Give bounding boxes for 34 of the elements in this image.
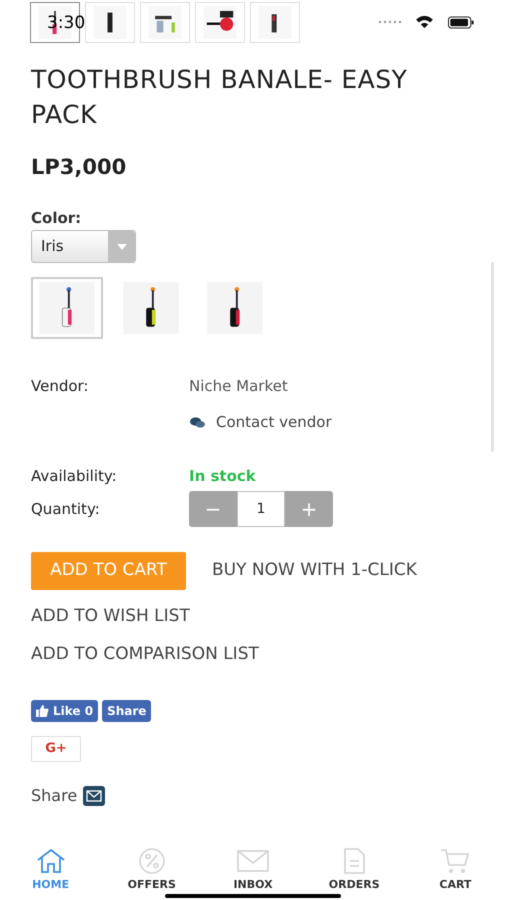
percent-badge-icon [136, 847, 167, 875]
google-plus-button[interactable]: G+ [31, 736, 81, 762]
availability-label: Availability: [31, 466, 118, 487]
tab-bar-item[interactable]: INBOX [202, 843, 304, 893]
home-icon [36, 847, 66, 875]
tab-bar-item[interactable]: OFFERS [101, 843, 202, 893]
vendor-link[interactable]: Niche Market [189, 375, 288, 397]
color-select[interactable]: Iris [31, 230, 136, 263]
document-icon [341, 847, 368, 875]
stock-status: In stock [189, 466, 256, 487]
share-label: Share [31, 785, 78, 807]
thumbs-up-icon [36, 705, 49, 717]
signal-dots-icon [378, 20, 402, 24]
chat-bubbles-icon [189, 416, 206, 428]
wish-list-link[interactable]: ADD TO WISH LIST [31, 604, 475, 628]
cart-icon [439, 847, 472, 875]
contact-vendor-link[interactable]: Contact vendor [216, 411, 332, 433]
tab-bar-item[interactable]: ORDERS [304, 843, 405, 893]
envelope-icon [236, 847, 270, 875]
quantity-field[interactable]: 1 [237, 491, 285, 527]
color-label: Color: [31, 208, 82, 228]
buy-now-link[interactable]: BUY NOW WITH 1-CLICK [212, 558, 417, 584]
quantity-label: Quantity: [31, 499, 101, 520]
like-button[interactable]: Like 0 [31, 700, 98, 722]
vendor-label: Vendor: [31, 376, 90, 397]
comparison-list-link[interactable]: ADD TO COMPARISON LIST [31, 642, 475, 666]
share-button[interactable]: Share [102, 700, 152, 722]
email-icon[interactable] [83, 786, 106, 806]
battery-icon [447, 16, 476, 28]
tab-bar-item[interactable]: CART [404, 843, 506, 893]
price: LP3,000 [31, 154, 128, 181]
product-title: TOOTHBRUSH BANALE- EASY PACK [31, 64, 408, 131]
caret-icon [116, 244, 126, 250]
wifi-icon [415, 15, 434, 29]
